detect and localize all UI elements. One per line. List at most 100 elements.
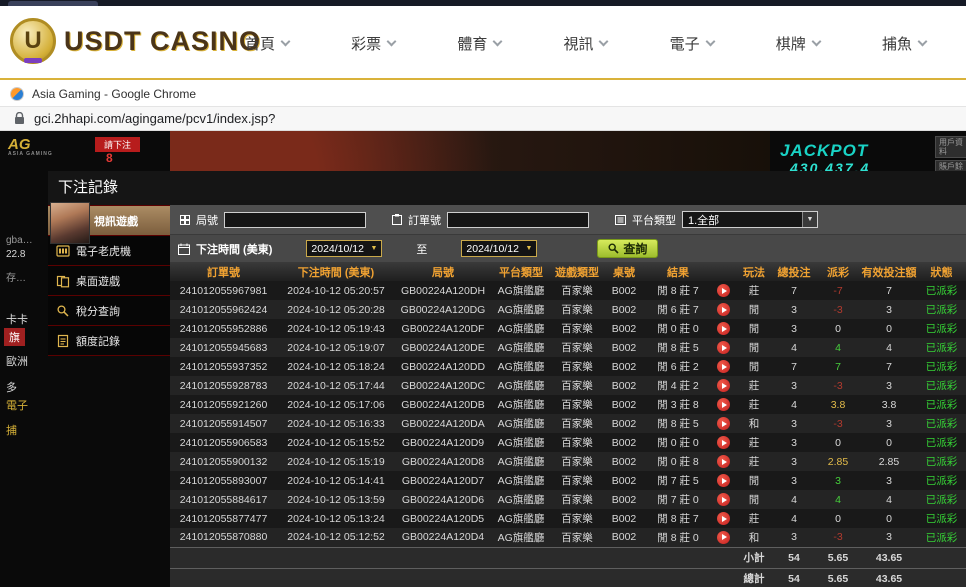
nav-label: 首頁: [245, 33, 275, 54]
replay-play-icon[interactable]: [717, 398, 730, 411]
bet-countdown: 8: [106, 151, 113, 165]
site-header: U USDT CASINO 首頁 彩票 體育 視訊 電子 棋牌 捕魚: [0, 6, 966, 80]
cell-total-bet: 3: [773, 414, 815, 433]
cell-platform-type: AG旗艦廳: [491, 319, 551, 338]
cell-table-no: B002: [603, 433, 645, 452]
cell-table-no: B002: [603, 300, 645, 319]
cell-table-no: B002: [603, 338, 645, 357]
sidebar-item-credit-records[interactable]: 額度記錄: [48, 326, 170, 356]
table-row: 241012055914507 2024-10-12 05:16:33 GB00…: [170, 414, 966, 433]
date-from-picker[interactable]: 2024/10/12 ▼: [306, 240, 382, 257]
cell-payout: 4: [815, 490, 861, 509]
search-icon: [608, 243, 619, 254]
popup-titlebar[interactable]: Asia Gaming - Google Chrome: [0, 82, 966, 107]
search-button[interactable]: 查詢: [597, 239, 658, 258]
platform-type-select[interactable]: 1.全部 ▼: [682, 211, 818, 228]
casino-logo-icon: U: [10, 18, 56, 64]
table-row: 241012055952886 2024-10-12 05:19:43 GB00…: [170, 319, 966, 338]
replay-play-icon[interactable]: [717, 417, 730, 430]
cell-replay: [711, 528, 735, 547]
main-nav: 首頁 彩票 體育 視訊 電子 棋牌 捕魚: [245, 6, 926, 80]
tab-user-info[interactable]: 用戶資料: [935, 136, 966, 158]
cell-order-no: 241012055952886: [170, 319, 277, 338]
cell-payout: 0: [815, 433, 861, 452]
filter-row-2: 下注時間 (美東) 2024/10/12 ▼ 至 2024/10/12: [170, 235, 966, 262]
cell-bet-time: 2024-10-12 05:13:24: [277, 509, 395, 528]
hall-menu-fragment[interactable]: 電子: [6, 397, 28, 413]
cell-valid-bet: 0: [861, 433, 917, 452]
cell-total-bet: 3: [773, 528, 815, 547]
hall-menu-fragment[interactable]: 歐洲: [6, 353, 28, 369]
cell-game-type: 百家樂: [551, 300, 603, 319]
cell-result: 閒 8 莊 5: [645, 338, 711, 357]
cell-valid-bet: 7: [861, 281, 917, 300]
nav-item-boardgames[interactable]: 棋牌: [776, 33, 820, 54]
order-no-label: 訂單號: [408, 212, 441, 228]
replay-play-icon[interactable]: [717, 360, 730, 373]
replay-play-icon[interactable]: [717, 455, 730, 468]
cell-game-type: 百家樂: [551, 395, 603, 414]
cell-payout: -3: [815, 300, 861, 319]
cell-table-no: B002: [603, 376, 645, 395]
cell-game-type: 百家樂: [551, 357, 603, 376]
column-header: 桌號: [603, 262, 645, 281]
total-status-empty: [917, 568, 966, 587]
nav-item-slots[interactable]: 電子: [670, 33, 714, 54]
replay-play-icon[interactable]: [717, 531, 730, 544]
hall-menu-fragment[interactable]: 旗: [4, 328, 25, 346]
cell-valid-bet: 3: [861, 414, 917, 433]
replay-play-icon[interactable]: [717, 379, 730, 392]
nav-item-live[interactable]: 視訊: [563, 33, 607, 54]
cell-round-no: GB00224A120DD: [395, 357, 491, 376]
order-no-input[interactable]: [447, 212, 589, 228]
ag-lobby-logo-subtext: ASIA GAMING: [8, 152, 53, 157]
subtotal-spacer: [170, 547, 735, 568]
cell-status: 已派彩: [917, 528, 966, 547]
table-row: 241012055900132 2024-10-12 05:15:19 GB00…: [170, 452, 966, 471]
cell-result: 閒 0 莊 0: [645, 433, 711, 452]
panel-title: 下注記錄: [48, 171, 966, 205]
popup-address-bar[interactable]: gci.2hhapi.com/agingame/pcv1/index.jsp?: [0, 107, 966, 131]
cell-game-type: 百家樂: [551, 281, 603, 300]
cell-valid-bet: 3: [861, 528, 917, 547]
table-row: 241012055893007 2024-10-12 05:14:41 GB00…: [170, 471, 966, 490]
replay-play-icon[interactable]: [717, 341, 730, 354]
date-to-picker[interactable]: 2024/10/12 ▼: [461, 240, 537, 257]
column-header: 狀態: [917, 262, 966, 281]
replay-play-icon[interactable]: [717, 474, 730, 487]
cell-valid-bet: 0: [861, 319, 917, 338]
nav-item-fishing[interactable]: 捕魚: [882, 33, 926, 54]
round-no-input[interactable]: [224, 212, 366, 228]
total-payout: 5.65: [815, 568, 861, 587]
replay-play-icon[interactable]: [717, 284, 730, 297]
replay-play-icon[interactable]: [717, 512, 730, 525]
nav-item-lottery[interactable]: 彩票: [351, 33, 395, 54]
cell-play-type: 和: [735, 528, 773, 547]
casino-logo[interactable]: U USDT CASINO: [10, 18, 261, 64]
nav-item-home[interactable]: 首頁: [245, 33, 289, 54]
replay-play-icon[interactable]: [717, 303, 730, 316]
table-row: 241012055962424 2024-10-12 05:20:28 GB00…: [170, 300, 966, 319]
replay-play-icon[interactable]: [717, 493, 730, 506]
slot-machine-icon: [56, 244, 70, 258]
cell-round-no: GB00224A120DC: [395, 376, 491, 395]
cell-valid-bet: 3: [861, 471, 917, 490]
lock-icon: [14, 112, 25, 125]
replay-play-icon[interactable]: [717, 322, 730, 335]
deposit-fragment[interactable]: 存…: [6, 269, 26, 284]
replay-play-icon[interactable]: [717, 436, 730, 449]
cell-result: 閒 0 莊 8: [645, 452, 711, 471]
cell-game-type: 百家樂: [551, 338, 603, 357]
sidebar-item-score-query[interactable]: 稅分查詢: [48, 296, 170, 326]
hall-menu-fragment[interactable]: 卡卡: [6, 311, 28, 327]
hall-menu-fragment[interactable]: 多: [6, 379, 17, 395]
sidebar-item-table-games[interactable]: 桌面遊戲: [48, 266, 170, 296]
cell-status: 已派彩: [917, 433, 966, 452]
nav-item-sports[interactable]: 體育: [457, 33, 501, 54]
cell-status: 已派彩: [917, 357, 966, 376]
table-row: 241012055928783 2024-10-12 05:17:44 GB00…: [170, 376, 966, 395]
column-header: 下注時間 (美東): [277, 262, 395, 281]
hall-menu-fragment[interactable]: 捕: [6, 422, 17, 438]
summary-body: 小計 54 5.65 43.65 總計 54 5.65: [170, 547, 966, 587]
filters-bar: 局號 訂單號 平台類型 1.全部 ▼: [170, 205, 966, 262]
